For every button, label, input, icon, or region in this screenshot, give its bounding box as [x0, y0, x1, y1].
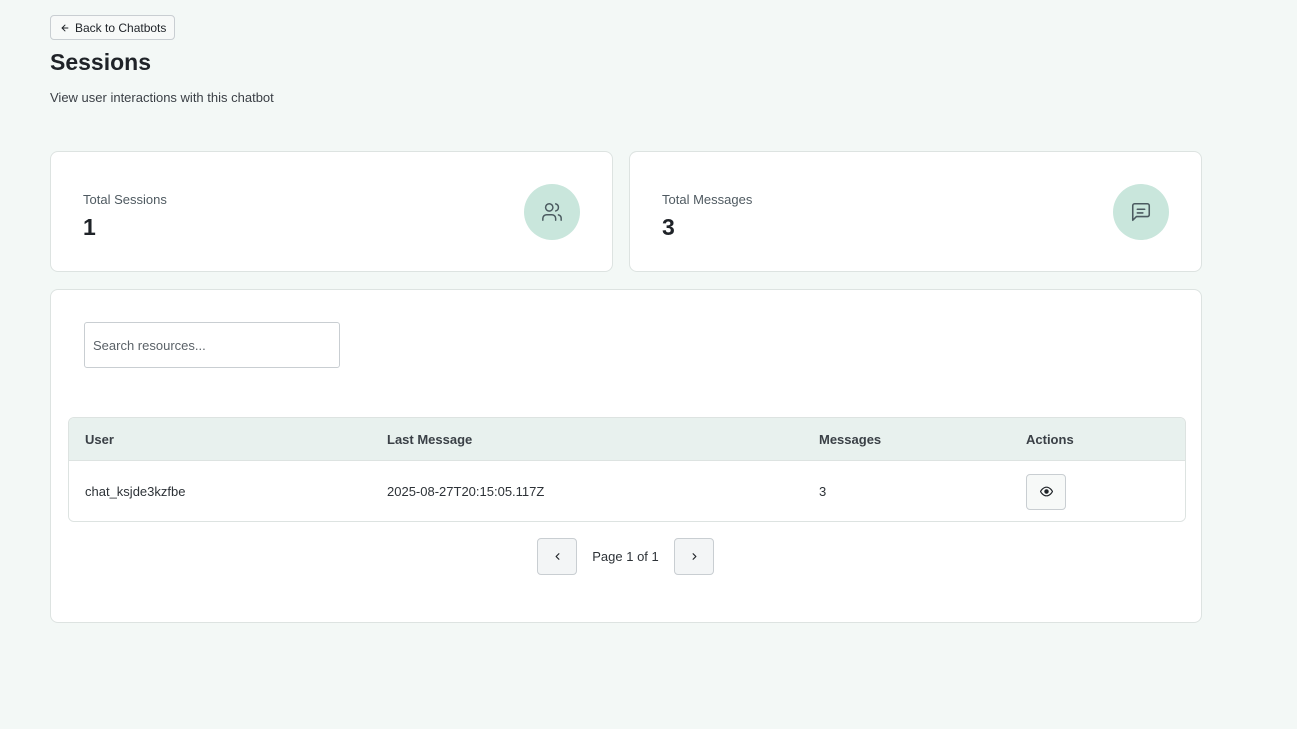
eye-icon — [1039, 486, 1053, 497]
chevron-left-icon — [555, 553, 559, 560]
total-messages-label: Total Messages — [662, 192, 753, 207]
sessions-page: Back to Chatbots Sessions View user inte… — [0, 0, 1297, 729]
message-square-icon — [1113, 184, 1169, 240]
back-to-chatbots-button[interactable]: Back to Chatbots — [50, 15, 176, 40]
search-input[interactable] — [84, 322, 340, 368]
view-session-button[interactable] — [1026, 473, 1066, 510]
total-messages-card: Total Messages 3 — [629, 151, 1202, 272]
total-sessions-value: 1 — [83, 214, 96, 240]
cell-last-message: 2025-08-27T20:15:05.117Z — [387, 484, 545, 499]
sessions-table: User Last Message Messages Actions chat_… — [68, 417, 1186, 522]
page-indicator: Page 1 of 1 — [592, 549, 659, 564]
page-subtitle: View user interactions with this chatbot — [50, 90, 274, 105]
page-title: Sessions — [50, 49, 151, 75]
total-messages-value: 3 — [662, 214, 675, 240]
total-sessions-card: Total Sessions 1 — [50, 151, 613, 272]
column-header-actions: Actions — [1026, 432, 1074, 447]
users-icon — [524, 184, 580, 240]
column-header-messages: Messages — [819, 432, 882, 447]
chevron-right-icon — [692, 553, 696, 560]
table-row: chat_ksjde3kzfbe 2025-08-27T20:15:05.117… — [69, 461, 1185, 521]
cell-user: chat_ksjde3kzfbe — [85, 484, 186, 499]
column-header-user: User — [85, 432, 114, 447]
pagination: Page 1 of 1 — [537, 538, 714, 575]
column-header-last-message: Last Message — [387, 432, 473, 447]
cell-actions — [1026, 461, 1066, 521]
back-button-label: Back to Chatbots — [75, 20, 167, 35]
arrow-left-icon — [61, 24, 69, 31]
cell-messages: 3 — [819, 484, 827, 499]
sessions-table-card: User Last Message Messages Actions chat_… — [50, 289, 1202, 623]
previous-page-button[interactable] — [537, 538, 577, 575]
next-page-button[interactable] — [674, 538, 714, 575]
total-sessions-label: Total Sessions — [83, 192, 167, 207]
table-header: User Last Message Messages Actions — [69, 418, 1185, 461]
